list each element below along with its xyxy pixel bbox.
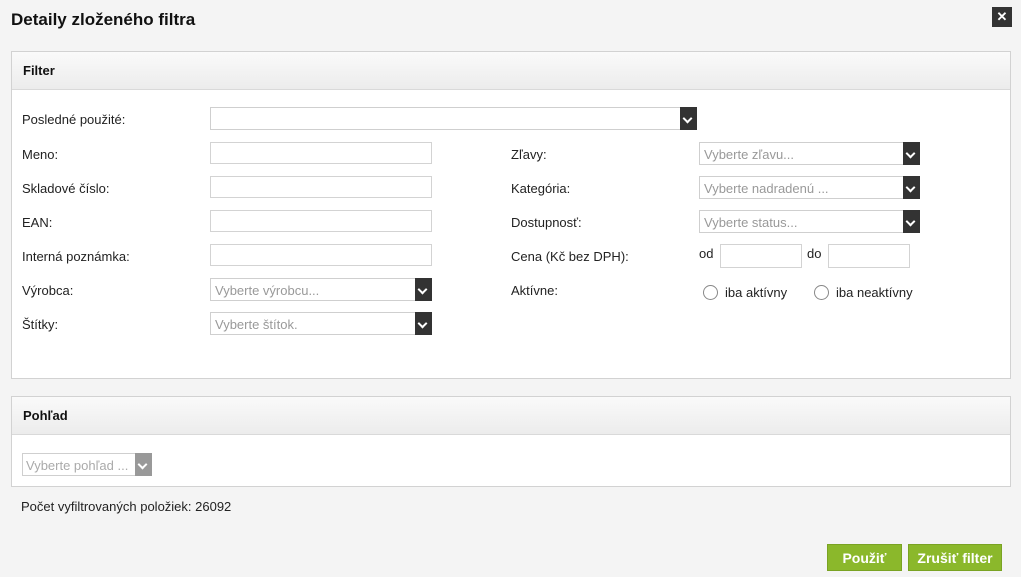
category-placeholder: Vyberte nadradenú ... — [704, 181, 829, 196]
price-to-input[interactable] — [828, 244, 910, 268]
availability-label: Dostupnosť: — [511, 215, 582, 230]
internal-note-input[interactable] — [210, 244, 432, 266]
discounts-label: Zľavy: — [511, 147, 547, 162]
price-to-label: do — [807, 246, 822, 261]
chevron-down-icon[interactable] — [135, 453, 152, 476]
dialog-header: Detaily zloženého filtra ✕ — [0, 0, 1021, 40]
view-panel-title: Pohľad — [12, 397, 1010, 435]
availability-select[interactable]: Vyberte status... — [699, 210, 920, 233]
tags-placeholder: Vyberte štítok. — [215, 317, 298, 332]
view-placeholder: Vyberte pohľad ... — [26, 458, 129, 473]
apply-button[interactable]: Použiť — [827, 544, 902, 571]
internal-note-label: Interná poznámka: — [22, 249, 130, 264]
tags-label: Štítky: — [22, 317, 59, 332]
dialog-title: Detaily zloženého filtra — [11, 10, 196, 29]
inactive-only-radio[interactable] — [814, 285, 829, 300]
sku-label: Skladové číslo: — [22, 181, 110, 196]
chevron-down-icon[interactable] — [415, 312, 432, 335]
availability-placeholder: Vyberte status... — [704, 215, 798, 230]
ean-input[interactable] — [210, 210, 432, 232]
chevron-down-icon[interactable] — [415, 278, 432, 301]
price-label: Cena (Kč bez DPH): — [511, 249, 629, 264]
discounts-placeholder: Vyberte zľavu... — [704, 147, 795, 162]
last-used-select[interactable] — [210, 107, 697, 130]
close-icon[interactable]: ✕ — [992, 7, 1012, 27]
manufacturer-placeholder: Vyberte výrobcu... — [215, 283, 320, 298]
category-select[interactable]: Vyberte nadradenú ... — [699, 176, 920, 199]
last-used-label: Posledné použité: — [22, 112, 126, 127]
ean-label: EAN: — [22, 215, 53, 230]
filtered-count: Počet vyfiltrovaných položiek: 26092 — [21, 499, 232, 514]
active-label: Aktívne: — [511, 283, 558, 298]
manufacturer-select[interactable]: Vyberte výrobcu... — [210, 278, 432, 301]
chevron-down-icon[interactable] — [903, 142, 920, 165]
price-from-input[interactable] — [720, 244, 802, 268]
name-label: Meno: — [22, 147, 59, 162]
tags-select[interactable]: Vyberte štítok. — [210, 312, 432, 335]
chevron-down-icon[interactable] — [903, 210, 920, 233]
view-select[interactable]: Vyberte pohľad ... — [22, 453, 152, 476]
cancel-filter-button[interactable]: Zrušiť filter — [908, 544, 1002, 571]
view-panel: Pohľad — [11, 396, 1011, 487]
discounts-select[interactable]: Vyberte zľavu... — [699, 142, 920, 165]
price-from-label: od — [699, 246, 714, 261]
chevron-down-icon[interactable] — [680, 107, 697, 130]
name-input[interactable] — [210, 142, 432, 164]
category-label: Kategória: — [511, 181, 571, 196]
sku-input[interactable] — [210, 176, 432, 198]
active-only-label[interactable]: iba aktívny — [725, 285, 787, 300]
active-only-radio[interactable] — [703, 285, 718, 300]
chevron-down-icon[interactable] — [903, 176, 920, 199]
manufacturer-label: Výrobca: — [22, 283, 74, 298]
inactive-only-label[interactable]: iba neaktívny — [836, 285, 913, 300]
filter-panel-title: Filter — [12, 52, 1010, 90]
